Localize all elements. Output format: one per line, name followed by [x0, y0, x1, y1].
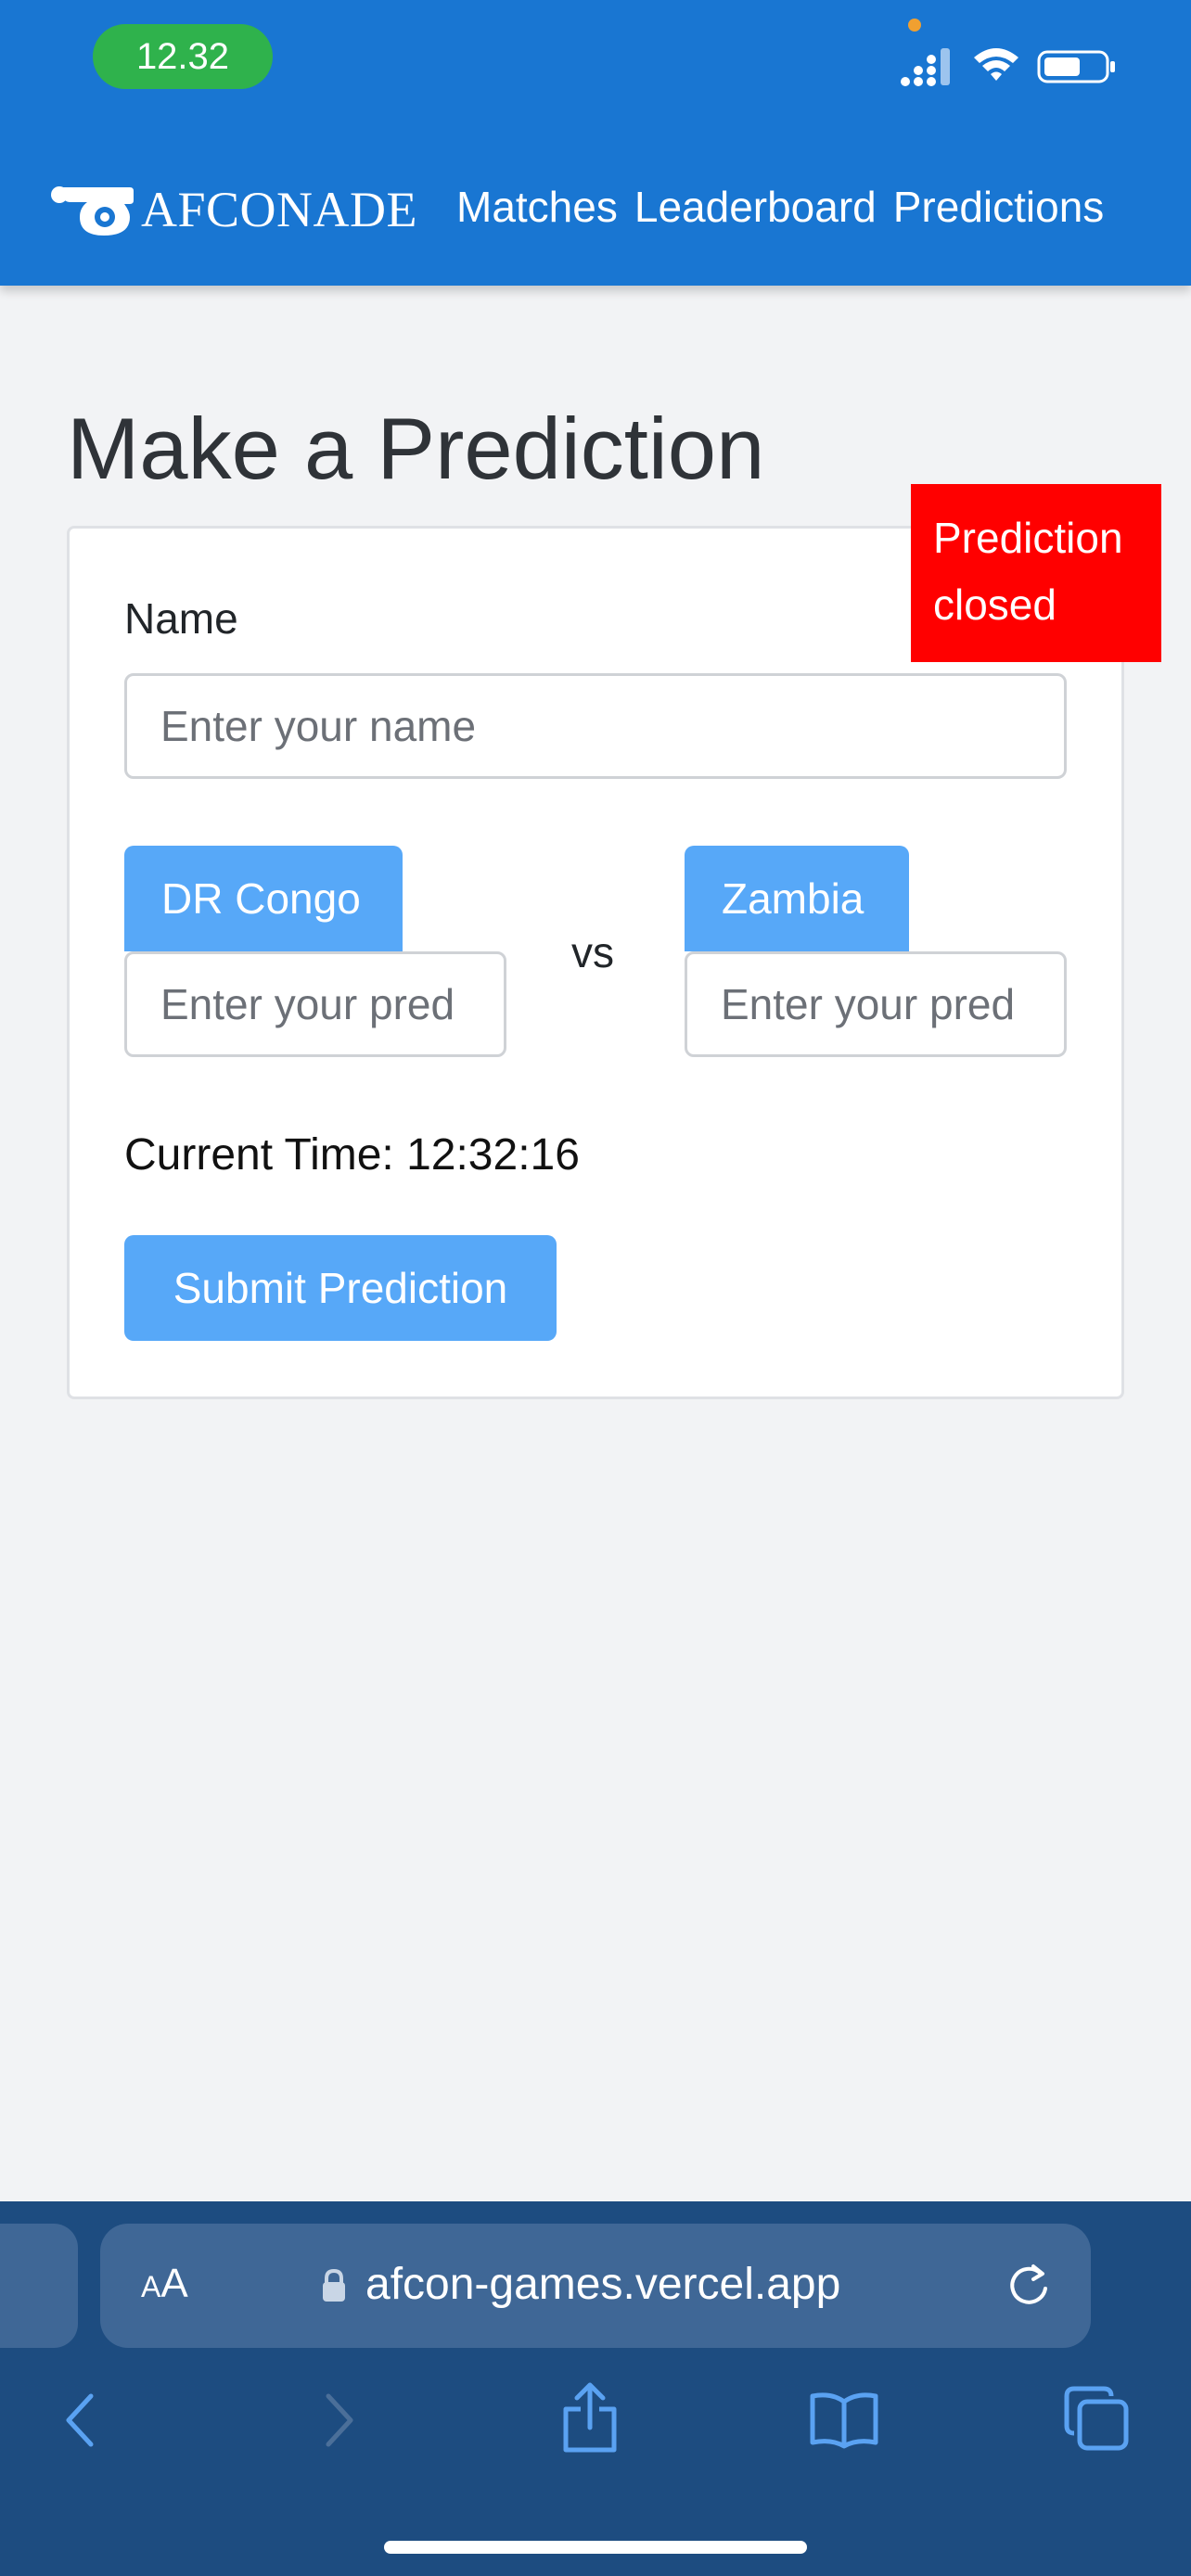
brand-logo[interactable]: AFCONADE — [50, 174, 417, 245]
brand-name: AFCONADE — [141, 182, 418, 237]
back-icon[interactable] — [61, 2391, 98, 2450]
name-input[interactable] — [124, 673, 1067, 779]
share-icon[interactable] — [560, 2379, 620, 2454]
privacy-dot-indicator — [908, 19, 921, 32]
team-b-label: Zambia — [685, 846, 909, 951]
forward-icon[interactable] — [321, 2391, 358, 2450]
previous-tab-preview[interactable] — [0, 2224, 78, 2348]
nav-matches[interactable]: Matches — [456, 182, 618, 232]
page-title: Make a Prediction — [67, 400, 765, 497]
nav-predictions[interactable]: Predictions — [893, 182, 1105, 232]
main-nav: Matches Leaderboard Predictions — [456, 182, 1104, 232]
signal-icon — [901, 48, 950, 86]
aa-small-glyph: A — [141, 2270, 161, 2303]
current-time: Current Time: 12:32:16 — [124, 1130, 580, 1180]
battery-icon — [1037, 50, 1115, 83]
bookmarks-icon[interactable] — [809, 2391, 879, 2450]
name-label: Name — [124, 594, 238, 643]
aa-large-glyph: A — [160, 2261, 188, 2306]
lock-icon — [323, 2268, 345, 2302]
vs-label: vs — [571, 928, 614, 976]
url-text[interactable]: afcon-games.vercel.app — [365, 2259, 840, 2310]
submit-prediction-button[interactable]: Submit Prediction — [124, 1235, 557, 1341]
team-b-prediction-input[interactable] — [685, 951, 1067, 1057]
team-a-prediction-input[interactable] — [124, 951, 506, 1057]
prediction-closed-badge: Prediction closed — [911, 484, 1161, 662]
wifi-icon — [974, 48, 1018, 81]
nav-leaderboard[interactable]: Leaderboard — [634, 182, 877, 232]
reload-icon[interactable] — [1004, 2261, 1054, 2311]
whistle-icon — [51, 186, 134, 236]
page-settings-button[interactable]: AA — [141, 2261, 188, 2307]
tabs-icon[interactable] — [1063, 2385, 1130, 2452]
home-indicator[interactable] — [384, 2541, 807, 2554]
status-time[interactable]: 12.32 — [93, 24, 273, 89]
team-a-label: DR Congo — [124, 846, 403, 951]
